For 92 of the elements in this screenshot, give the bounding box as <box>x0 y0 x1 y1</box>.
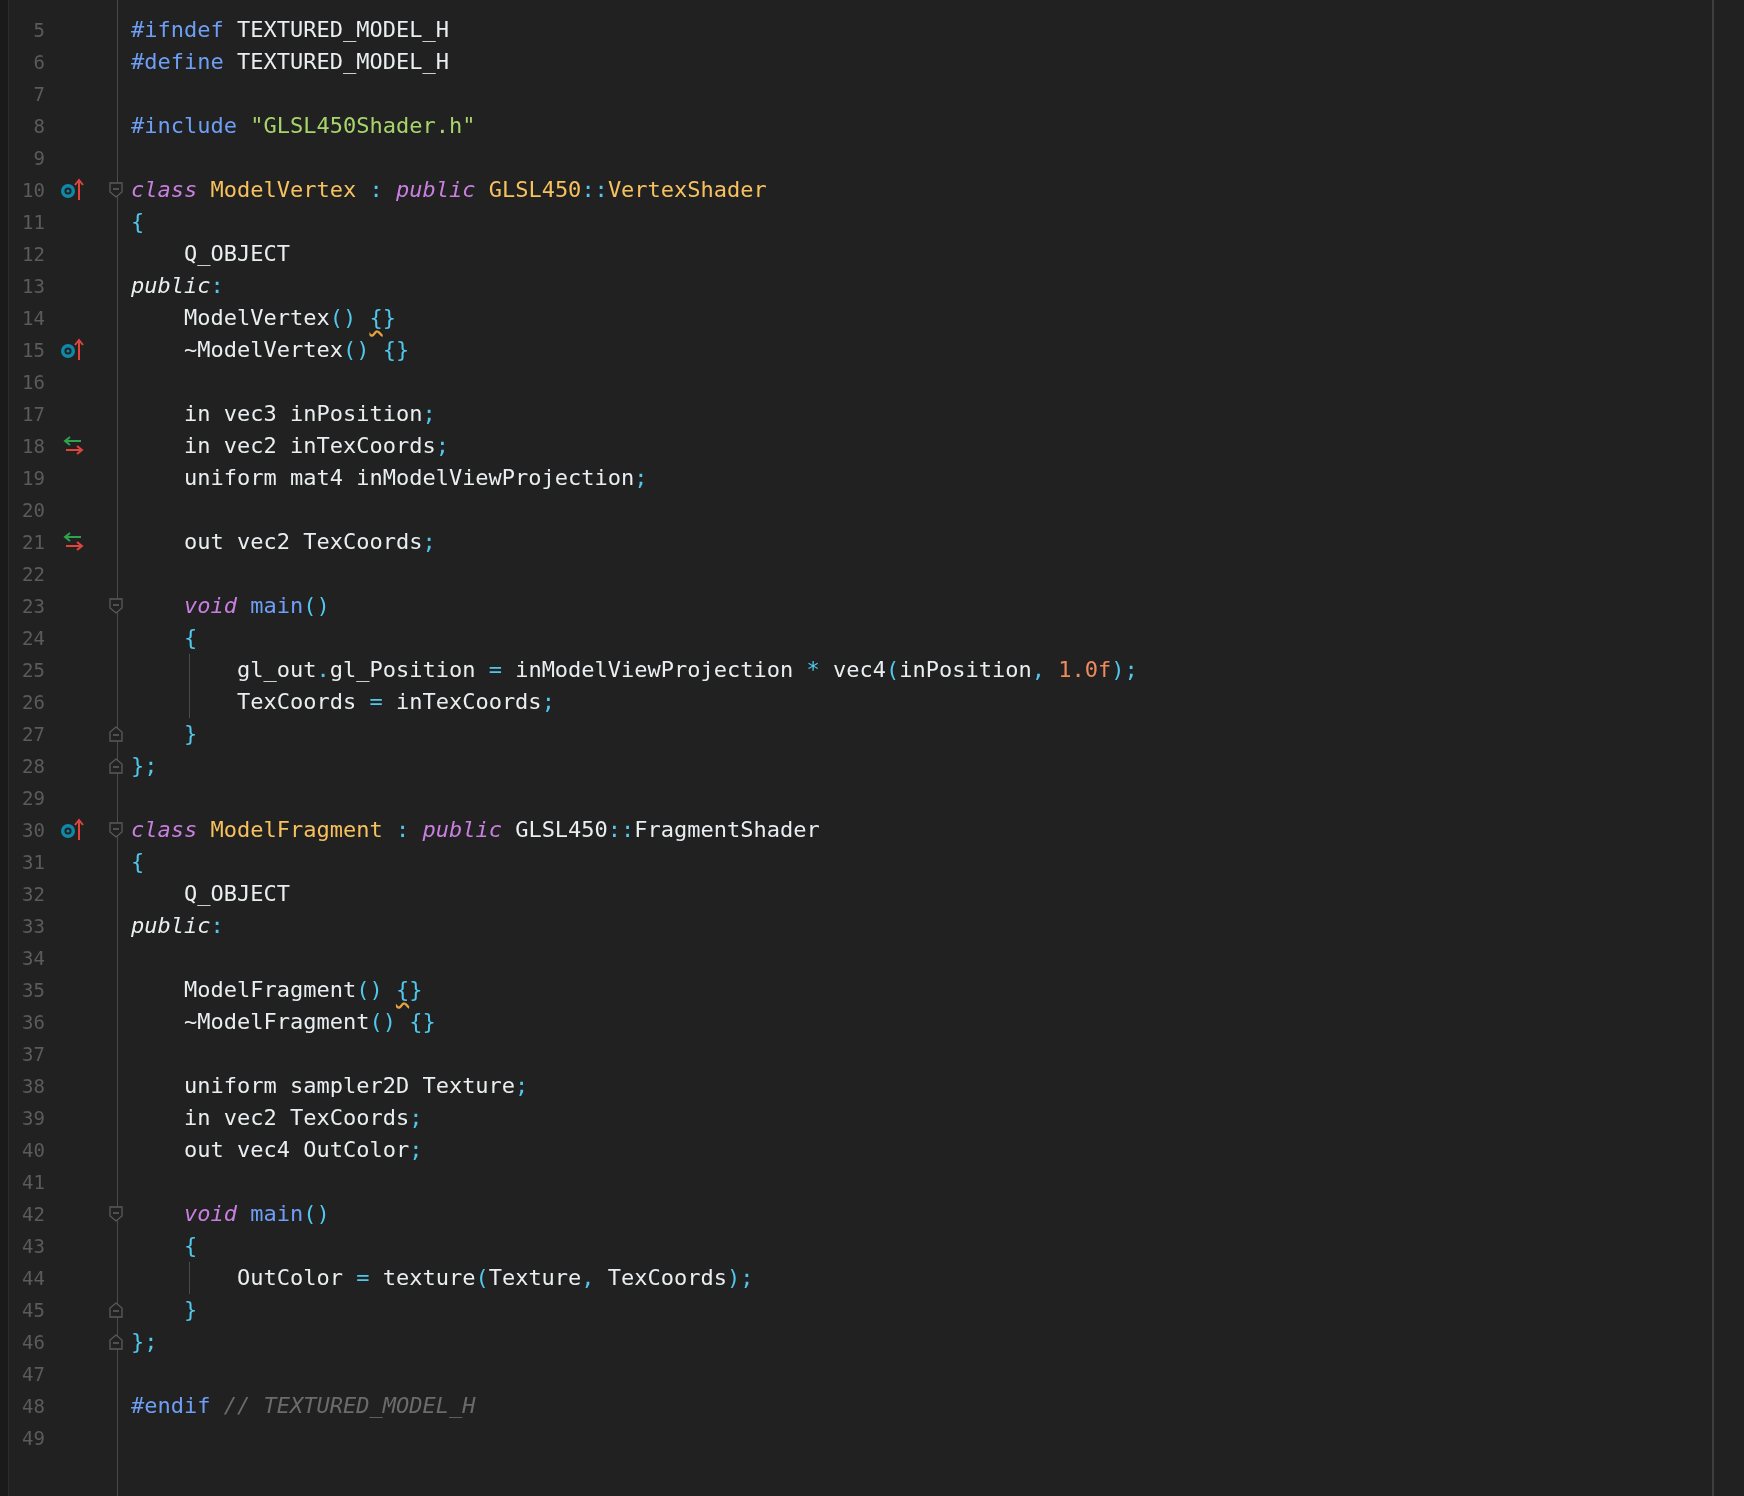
line-number: 6 <box>32 51 45 73</box>
code-line: uniform sampler2D Texture; <box>182 1072 529 1100</box>
line-number: 47 <box>21 1363 45 1385</box>
code-line: { <box>131 208 145 236</box>
line-number: 22 <box>21 563 45 585</box>
line-number: 27 <box>21 723 45 745</box>
code-line: gl_out.gl_Position = inModelViewProjection * vec4(inPosition, 1.0f); <box>235 656 1138 684</box>
line-number: 20 <box>21 499 45 521</box>
code-line: public: <box>131 912 224 940</box>
code-line: } <box>182 1296 198 1324</box>
fold-end-icon[interactable] <box>109 758 123 774</box>
code-line: ~ModelFragment() {} <box>182 1008 436 1036</box>
line-number: 44 <box>21 1267 45 1289</box>
line-number: 25 <box>21 659 45 681</box>
fold-collapse-icon[interactable] <box>109 598 123 614</box>
line-number: 18 <box>21 435 45 457</box>
line-number: 33 <box>21 915 45 937</box>
line-number: 9 <box>32 147 45 169</box>
line-number: 31 <box>21 851 45 873</box>
code-line: OutColor = texture(Texture, TexCoords); <box>235 1264 754 1292</box>
line-number: 10 <box>21 179 45 201</box>
code-line: }; <box>131 1328 158 1356</box>
line-number: 38 <box>21 1075 45 1097</box>
line-number: 7 <box>32 83 45 105</box>
line-number: 36 <box>21 1011 45 1033</box>
line-number: 42 <box>21 1203 45 1225</box>
line-number: 21 <box>21 531 45 553</box>
code-line: Q_OBJECT <box>182 240 290 268</box>
code-line: in vec2 TexCoords; <box>182 1104 423 1132</box>
line-number: 11 <box>21 211 45 233</box>
line-number: 15 <box>21 339 45 361</box>
line-number: 41 <box>21 1171 45 1193</box>
code-line: #define TEXTURED_MODEL_H <box>131 48 449 76</box>
code-line: } <box>182 720 198 748</box>
fold-collapse-icon[interactable] <box>109 182 123 198</box>
line-number: 49 <box>21 1427 45 1449</box>
code-line: { <box>131 848 145 876</box>
code-line: void main() <box>182 592 330 620</box>
swap-arrows-icon[interactable] <box>62 532 84 552</box>
fold-collapse-icon[interactable] <box>109 822 123 838</box>
line-number: 48 <box>21 1395 45 1417</box>
code-line: class ModelVertex : public GLSL450::VertexShader <box>131 176 767 204</box>
override-marker-icon[interactable] <box>60 338 86 362</box>
code-line: #endif // TEXTURED_MODEL_H <box>131 1392 476 1420</box>
line-number: 19 <box>21 467 45 489</box>
line-number: 29 <box>21 787 45 809</box>
code-line: #include "GLSL450Shader.h" <box>131 112 476 140</box>
override-marker-icon[interactable] <box>60 178 86 202</box>
code-line: #ifndef TEXTURED_MODEL_H <box>131 16 449 44</box>
line-number: 34 <box>21 947 45 969</box>
line-number: 39 <box>21 1107 45 1129</box>
code-line: void main() <box>182 1200 330 1228</box>
code-line: out vec4 OutColor; <box>182 1136 423 1164</box>
code-line: uniform mat4 inModelViewProjection; <box>182 464 648 492</box>
code-line: in vec2 inTexCoords; <box>182 432 449 460</box>
line-number: 37 <box>21 1043 45 1065</box>
swap-arrows-icon[interactable] <box>62 436 84 456</box>
line-number: 35 <box>21 979 45 1001</box>
code-line: ModelVertex() {} <box>182 304 396 332</box>
line-number: 23 <box>21 595 45 617</box>
line-number: 14 <box>21 307 45 329</box>
code-line: { <box>182 1232 198 1260</box>
line-number: 16 <box>21 371 45 393</box>
code-line: ~ModelVertex() {} <box>182 336 410 364</box>
code-line: in vec3 inPosition; <box>182 400 436 428</box>
code-line: }; <box>131 752 158 780</box>
code-line: out vec2 TexCoords; <box>182 528 436 556</box>
line-number: 40 <box>21 1139 45 1161</box>
fold-end-icon[interactable] <box>109 1334 123 1350</box>
line-number: 45 <box>21 1299 45 1321</box>
override-marker-icon[interactable] <box>60 818 86 842</box>
code-line: ModelFragment() {} <box>182 976 423 1004</box>
code-line: class ModelFragment : public GLSL450::FragmentShader <box>131 816 820 844</box>
line-number: 8 <box>32 115 45 137</box>
code-line: { <box>182 624 198 652</box>
code-line: public: <box>131 272 224 300</box>
line-number: 17 <box>21 403 45 425</box>
line-number: 46 <box>21 1331 45 1353</box>
line-number: 13 <box>21 275 45 297</box>
fold-end-icon[interactable] <box>109 726 123 742</box>
fold-collapse-icon[interactable] <box>109 1206 123 1222</box>
line-number: 24 <box>21 627 45 649</box>
line-number: 26 <box>21 691 45 713</box>
line-number: 5 <box>32 19 45 41</box>
code-line: Q_OBJECT <box>182 880 290 908</box>
line-number: 12 <box>21 243 45 265</box>
line-number: 30 <box>21 819 45 841</box>
line-number: 32 <box>21 883 45 905</box>
code-line: TexCoords = inTexCoords; <box>235 688 555 716</box>
line-number: 28 <box>21 755 45 777</box>
line-number: 43 <box>21 1235 45 1257</box>
fold-end-icon[interactable] <box>109 1302 123 1318</box>
